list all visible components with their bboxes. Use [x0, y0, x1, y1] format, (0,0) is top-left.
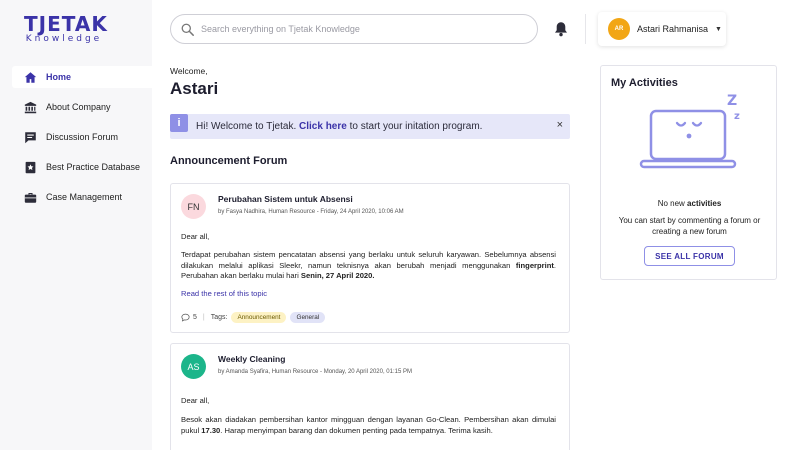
post-meta: by Amanda Syafira, Human Resource - Mond…	[218, 369, 412, 375]
forum-post-card: FN Perubahan Sistem untuk Absensi by Fas…	[170, 183, 570, 333]
post-body-text: Terdapat perubahan sistem pencatatan abs…	[181, 250, 556, 270]
post-greeting: Dear all,	[181, 232, 210, 241]
sidebar-nav: Home About Company Discussion Forum Best…	[12, 66, 152, 216]
comment-icon[interactable]	[181, 313, 190, 322]
section-title: Announcement Forum	[170, 155, 288, 167]
sidebar-item-home[interactable]: Home	[12, 66, 152, 88]
banner-link[interactable]: Click here	[299, 121, 347, 132]
my-activities-panel: My Activities Z z No new activities You …	[600, 65, 777, 280]
avatar: AR	[608, 18, 630, 40]
sidebar-item-label: Discussion Forum	[46, 132, 119, 142]
sidebar-item-label: Best Practice Database	[46, 162, 141, 172]
post-meta: by Fasya Nadhira, Human Resource - Frida…	[218, 209, 404, 215]
banner-suffix: to start your initation program.	[349, 121, 483, 132]
user-greeting-name: Astari	[170, 79, 219, 98]
logo-main-text: TJETAK	[24, 12, 108, 36]
post-title[interactable]: Weekly Cleaning	[218, 354, 285, 364]
logo[interactable]: TJETAK Knowledge	[24, 12, 108, 45]
home-icon	[24, 71, 37, 84]
post-footer: 5 | Tags: Announcement General	[181, 312, 326, 323]
welcome-text: Welcome,	[170, 66, 208, 76]
sidebar-item-label: Case Management	[46, 192, 123, 202]
sidebar-item-discussion-forum[interactable]: Discussion Forum	[12, 126, 152, 148]
post-body-text: . Harap menyimpan barang dan dokumen pen…	[220, 425, 493, 435]
post-greeting: Dear all,	[181, 396, 210, 405]
close-icon[interactable]: ×	[557, 119, 563, 131]
svg-text:z: z	[734, 111, 740, 122]
post-body: Besok akan diadakan pembersihan kantor m…	[181, 415, 556, 436]
briefcase-icon	[24, 191, 37, 204]
sidebar-item-label: About Company	[46, 102, 111, 112]
search-bar[interactable]	[170, 14, 538, 44]
read-more-link[interactable]: Read the rest of this topic	[181, 289, 267, 298]
panel-title: My Activities	[611, 77, 678, 89]
header-divider	[585, 14, 586, 44]
building-icon	[24, 101, 37, 114]
sidebar-item-label: Home	[46, 72, 72, 82]
post-title[interactable]: Perubahan Sistem untuk Absensi	[218, 194, 353, 204]
star-book-icon	[24, 161, 37, 174]
info-icon: i	[170, 114, 188, 132]
comment-count: 5	[193, 314, 197, 321]
sidebar-item-best-practice-database[interactable]: Best Practice Database	[12, 156, 152, 178]
search-input[interactable]	[201, 24, 521, 34]
empty-state-text: No new activities	[601, 199, 778, 208]
svg-text:Z: Z	[727, 93, 737, 109]
empty-prefix: No new	[657, 199, 685, 208]
post-body-bold: 17.30	[201, 425, 221, 435]
sidebar-item-about-company[interactable]: About Company	[12, 96, 152, 118]
footer-separator: |	[202, 314, 205, 321]
post-body: Terdapat perubahan sistem pencatatan abs…	[181, 250, 556, 282]
sidebar: TJETAK Knowledge Home About Company Disc…	[0, 0, 152, 450]
welcome-banner: i Hi! Welcome to Tjetak. Click here to s…	[170, 114, 570, 139]
author-avatar: FN	[181, 194, 206, 219]
tag-chip[interactable]: General	[290, 312, 326, 323]
banner-prefix: Hi! Welcome to Tjetak.	[196, 121, 297, 132]
sidebar-item-case-management[interactable]: Case Management	[12, 186, 152, 208]
tags-label: Tags:	[210, 314, 228, 321]
sleeping-laptop-icon: Z z	[639, 93, 740, 169]
logo-sub-text: Knowledge	[25, 34, 103, 44]
chevron-down-icon: ▼	[715, 25, 722, 33]
banner-text: Hi! Welcome to Tjetak. Click here to sta…	[196, 121, 482, 132]
post-body-bold: Senin, 27 April 2020.	[300, 271, 375, 280]
empty-bold: activities	[687, 199, 722, 208]
chat-icon	[24, 131, 37, 144]
notification-bell-icon[interactable]	[553, 21, 569, 37]
see-all-forum-button[interactable]: SEE ALL FORUM	[644, 246, 735, 266]
post-body-bold: fingerprint	[515, 260, 554, 270]
user-menu[interactable]: AR Astari Rahmanisa ▼	[598, 12, 726, 46]
user-name: Astari Rahmanisa	[637, 24, 709, 34]
tag-chip[interactable]: Announcement	[231, 312, 287, 323]
search-icon	[181, 23, 194, 36]
forum-post-card: AS Weekly Cleaning by Amanda Syafira, Hu…	[170, 343, 570, 450]
author-avatar: AS	[181, 354, 206, 379]
empty-description: You can start by commenting a forum or c…	[618, 216, 761, 236]
